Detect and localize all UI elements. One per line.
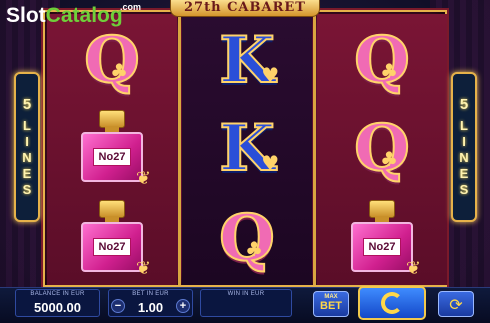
heart-icon: ♥	[261, 63, 280, 87]
watermark-logo: SlotCatalog .com	[6, 2, 141, 28]
reel-2: K ♥ K ♥ Q ♣	[182, 14, 312, 285]
perfume-label: No27	[92, 148, 132, 166]
symbol-perfume: No27 ❦	[47, 194, 177, 284]
balance-value: 5000.00	[34, 300, 81, 315]
autoplay-button[interactable]: ⟳	[438, 291, 474, 317]
reel-separator	[178, 14, 181, 285]
watermark-suffix: .com	[120, 2, 142, 12]
balance-caption: BALANCE IN EUR	[30, 291, 85, 297]
symbol-q: Q ♣	[317, 104, 447, 194]
reel-3: Q ♣ Q ♣ No27 ❦	[317, 14, 447, 285]
club-icon: ♣	[245, 237, 264, 261]
perfume-label: No27	[92, 238, 132, 256]
lines-indicator-left: 5 LINES	[14, 72, 40, 222]
max-bet-button[interactable]: MAX BET	[313, 291, 349, 317]
heart-icon: ♥	[261, 151, 280, 175]
bet-increase-button[interactable]: +	[176, 299, 190, 313]
club-icon: ♣	[110, 59, 129, 83]
spin-button[interactable]	[358, 286, 426, 320]
lines-label: LINES	[19, 117, 35, 198]
lines-indicator-right: 5 LINES	[451, 72, 477, 222]
symbol-k: K ♥	[182, 104, 312, 194]
reel-1: Q ♣ No27 ❦ No27 ❦	[47, 14, 177, 285]
autoplay-icon: ⟳	[449, 294, 463, 314]
symbol-q: Q ♣	[182, 194, 312, 284]
bet-decrease-button[interactable]: −	[111, 299, 125, 313]
symbol-q: Q ♣	[317, 16, 447, 106]
win-caption: WIN IN EUR	[227, 291, 265, 297]
game-title-banner: 27th CABARET	[170, 0, 320, 17]
symbol-q: Q ♣	[47, 16, 177, 106]
watermark-part1: Slot	[6, 4, 46, 27]
symbol-k: K ♥	[182, 16, 312, 106]
bet-caption: BET IN EUR	[132, 291, 169, 297]
lines-number: 5	[459, 95, 469, 113]
reel-separator	[313, 14, 316, 285]
perfume-label: No27	[362, 238, 402, 256]
club-icon: ♣	[380, 147, 399, 171]
balance-display: BALANCE IN EUR 5000.00	[15, 289, 100, 317]
lines-label: LINES	[456, 117, 472, 198]
symbol-perfume: No27 ❦	[317, 194, 447, 284]
spin-icon	[381, 292, 403, 314]
lines-number: 5	[22, 95, 32, 113]
reels-frame: Q ♣ No27 ❦ No27 ❦ K ♥ K ♥ Q ♣ Q ♣ Q ♣ No…	[43, 10, 447, 287]
symbol-perfume: No27 ❦	[47, 104, 177, 194]
max-bet-label: BET	[320, 300, 342, 312]
game-stage: Q ♣ No27 ❦ No27 ❦ K ♥ K ♥ Q ♣ Q ♣ Q ♣ No…	[0, 0, 490, 323]
win-display: WIN IN EUR	[200, 289, 292, 317]
club-icon: ♣	[380, 59, 399, 83]
watermark-part2: Catalog	[45, 4, 123, 27]
